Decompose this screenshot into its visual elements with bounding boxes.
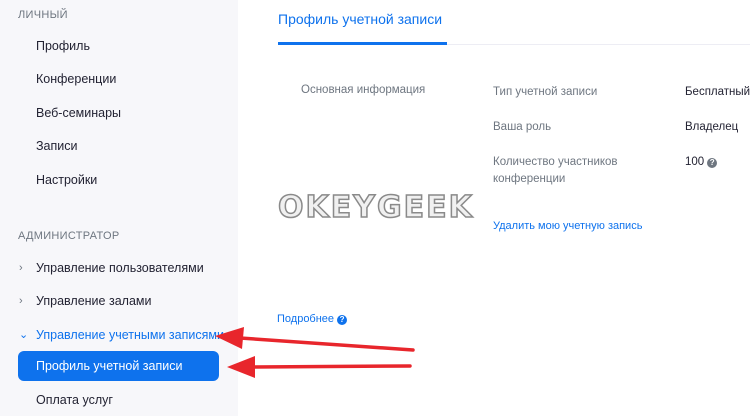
chevron-down-icon: ⌄ xyxy=(19,329,29,341)
sidebar-item-settings[interactable]: Настройки xyxy=(36,173,97,187)
account-type-label: Тип учетной записи xyxy=(493,86,598,98)
sidebar-item-meetings[interactable]: Конференции xyxy=(36,72,116,86)
sidebar-item-account-profile-label: Профиль учетной записи xyxy=(36,359,183,373)
role-value: Владелец xyxy=(685,121,739,133)
sidebar-item-profile[interactable]: Профиль xyxy=(36,39,90,53)
sidebar-item-room-management[interactable]: Управление залами xyxy=(36,294,151,308)
role-label: Ваша роль xyxy=(493,121,552,133)
chevron-right-icon: › xyxy=(19,295,23,307)
annotation-arrow-lower xyxy=(227,356,412,378)
annotation-arrow-upper xyxy=(215,327,415,352)
participants-count: 100 xyxy=(685,156,705,168)
sidebar: ЛИЧНЫЙ Профиль Конференции Веб-семинары … xyxy=(0,0,238,416)
account-type-value: Бесплатный xyxy=(685,86,750,98)
sidebar-item-recordings[interactable]: Записи xyxy=(36,139,78,153)
admin-section-title: АДМИНИСТРАТОР xyxy=(18,230,120,242)
page-title[interactable]: Профиль учетной записи xyxy=(278,11,442,27)
sidebar-item-billing[interactable]: Оплата услуг xyxy=(36,393,113,407)
sidebar-item-account-profile[interactable]: Профиль учетной записи xyxy=(18,351,219,381)
basic-info-label: Основная информация xyxy=(301,84,426,96)
sidebar-item-user-management[interactable]: Управление пользователями xyxy=(36,261,204,275)
watermark-logo: OKEYGEEK xyxy=(277,189,474,226)
learn-more-link[interactable]: Подробнее? xyxy=(277,313,348,325)
question-circle-icon[interactable]: ? xyxy=(707,158,718,168)
question-circle-icon: ? xyxy=(337,315,348,325)
active-tab-indicator xyxy=(278,42,447,45)
delete-account-link[interactable]: Удалить мою учетную запись xyxy=(493,220,642,232)
sidebar-item-account-management[interactable]: Управление учетными записями xyxy=(36,328,224,342)
chevron-right-icon: › xyxy=(19,262,23,274)
participants-label-line1: Количество участников xyxy=(493,156,618,168)
personal-section-title: ЛИЧНЫЙ xyxy=(18,9,68,21)
sidebar-item-webinars[interactable]: Веб-семинары xyxy=(36,106,121,120)
participants-value: 100? xyxy=(685,156,718,168)
learn-more-label: Подробнее xyxy=(277,313,335,325)
participants-label-line2: конференции xyxy=(493,173,566,185)
